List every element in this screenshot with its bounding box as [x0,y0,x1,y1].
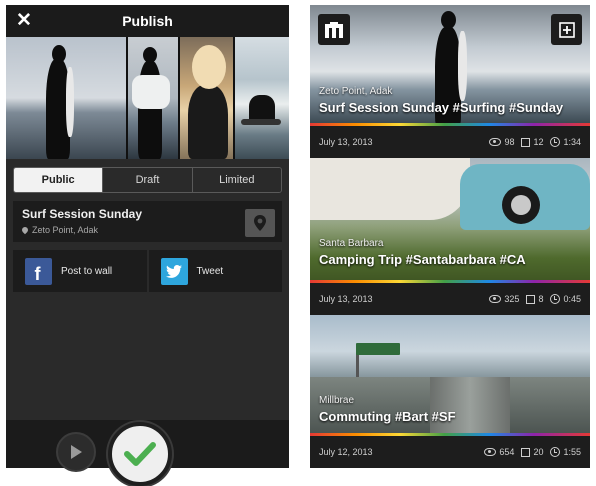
publish-screen: ✕ Publish Public Draft Limited Surf Sess… [6,5,289,468]
checkmark-icon [124,442,156,466]
post-title[interactable]: Surf Session Sunday [22,207,282,221]
views-icon [489,295,502,303]
duration: 0:45 [563,294,581,304]
post-date: July 12, 2013 [319,447,373,457]
views-count: 654 [499,447,515,457]
clips-icon [521,137,531,147]
post-thumbnail[interactable]: Zeto Point, Adak Surf Session Sunday #Su… [310,5,590,126]
post-stats: 654 20 1:55 [481,447,581,457]
facebook-share-button[interactable]: f Post to wall [13,250,147,292]
post-title: Surf Session Sunday #Surfing #Sunday [319,100,564,115]
play-icon[interactable] [56,432,96,472]
page-title: Publish [122,13,173,29]
facebook-share-label: Post to wall [61,265,113,277]
post-location: Zeto Point, Adak [20,225,282,235]
duration-icon [550,294,561,304]
clips-count: 8 [538,294,544,304]
post-date: July 13, 2013 [319,294,373,304]
clips-count: 20 [533,447,544,457]
duration: 1:34 [563,137,581,147]
post-location: Zeto Point, Adak [319,86,393,97]
publish-header: ✕ Publish [6,5,289,37]
visibility-tabs: Public Draft Limited [13,167,282,193]
post-meta: July 13, 2013 325 8 0:45 [310,283,590,315]
post-date: July 13, 2013 [319,137,373,147]
clip-thumbnail[interactable] [6,37,127,159]
post-details-card: Surf Session Sunday Zeto Point, Adak [13,201,282,242]
post-title: Camping Trip #Santabarbara #CA [319,252,526,267]
color-strip [310,123,590,126]
post-stats: 98 12 1:34 [486,137,581,147]
clip-thumbnail[interactable] [128,37,178,159]
share-options: f Post to wall Tweet [13,250,282,292]
post-stats: 325 8 0:45 [486,294,581,304]
close-icon[interactable]: ✕ [14,11,34,31]
tab-public[interactable]: Public [14,168,104,192]
post-location: Santa Barbara [319,238,384,249]
twitter-share-button[interactable]: Tweet [148,250,282,292]
clips-icon [526,294,536,304]
duration-icon [550,137,561,147]
clip-thumbnail[interactable] [179,37,234,159]
location-pin-icon [20,225,30,235]
add-clip-icon[interactable] [551,14,582,45]
feed-screen: Zeto Point, Adak Surf Session Sunday #Su… [310,5,590,468]
views-icon [484,448,497,456]
duration-icon [550,447,561,457]
post-meta: July 13, 2013 98 12 1:34 [310,126,590,158]
views-icon [489,138,502,146]
post-meta: July 12, 2013 654 20 1:55 [310,436,590,468]
tab-draft[interactable]: Draft [103,168,193,192]
views-count: 98 [504,137,515,147]
post-thumbnail[interactable]: Santa Barbara Camping Trip #Santabarbara… [310,158,590,283]
facebook-icon: f [25,257,52,285]
map-pin-icon[interactable] [245,209,275,237]
clip-thumbnail[interactable] [235,37,289,159]
clips-count: 12 [533,137,544,147]
post-thumbnail[interactable]: Millbrae Commuting #Bart #SF [310,315,590,436]
location-name: Zeto Point, Adak [32,225,99,235]
color-strip [310,280,590,283]
app-logo-icon[interactable] [318,14,350,45]
twitter-share-label: Tweet [196,265,224,277]
color-strip [310,433,590,436]
twitter-icon [160,257,188,285]
clip-thumbnails [6,37,289,159]
publish-confirm-button[interactable] [108,422,172,486]
tab-limited[interactable]: Limited [192,168,281,192]
post-location: Millbrae [319,395,355,406]
duration: 1:55 [563,447,581,457]
views-count: 325 [504,294,520,304]
clips-icon [521,447,531,457]
post-title: Commuting #Bart #SF [319,409,456,424]
